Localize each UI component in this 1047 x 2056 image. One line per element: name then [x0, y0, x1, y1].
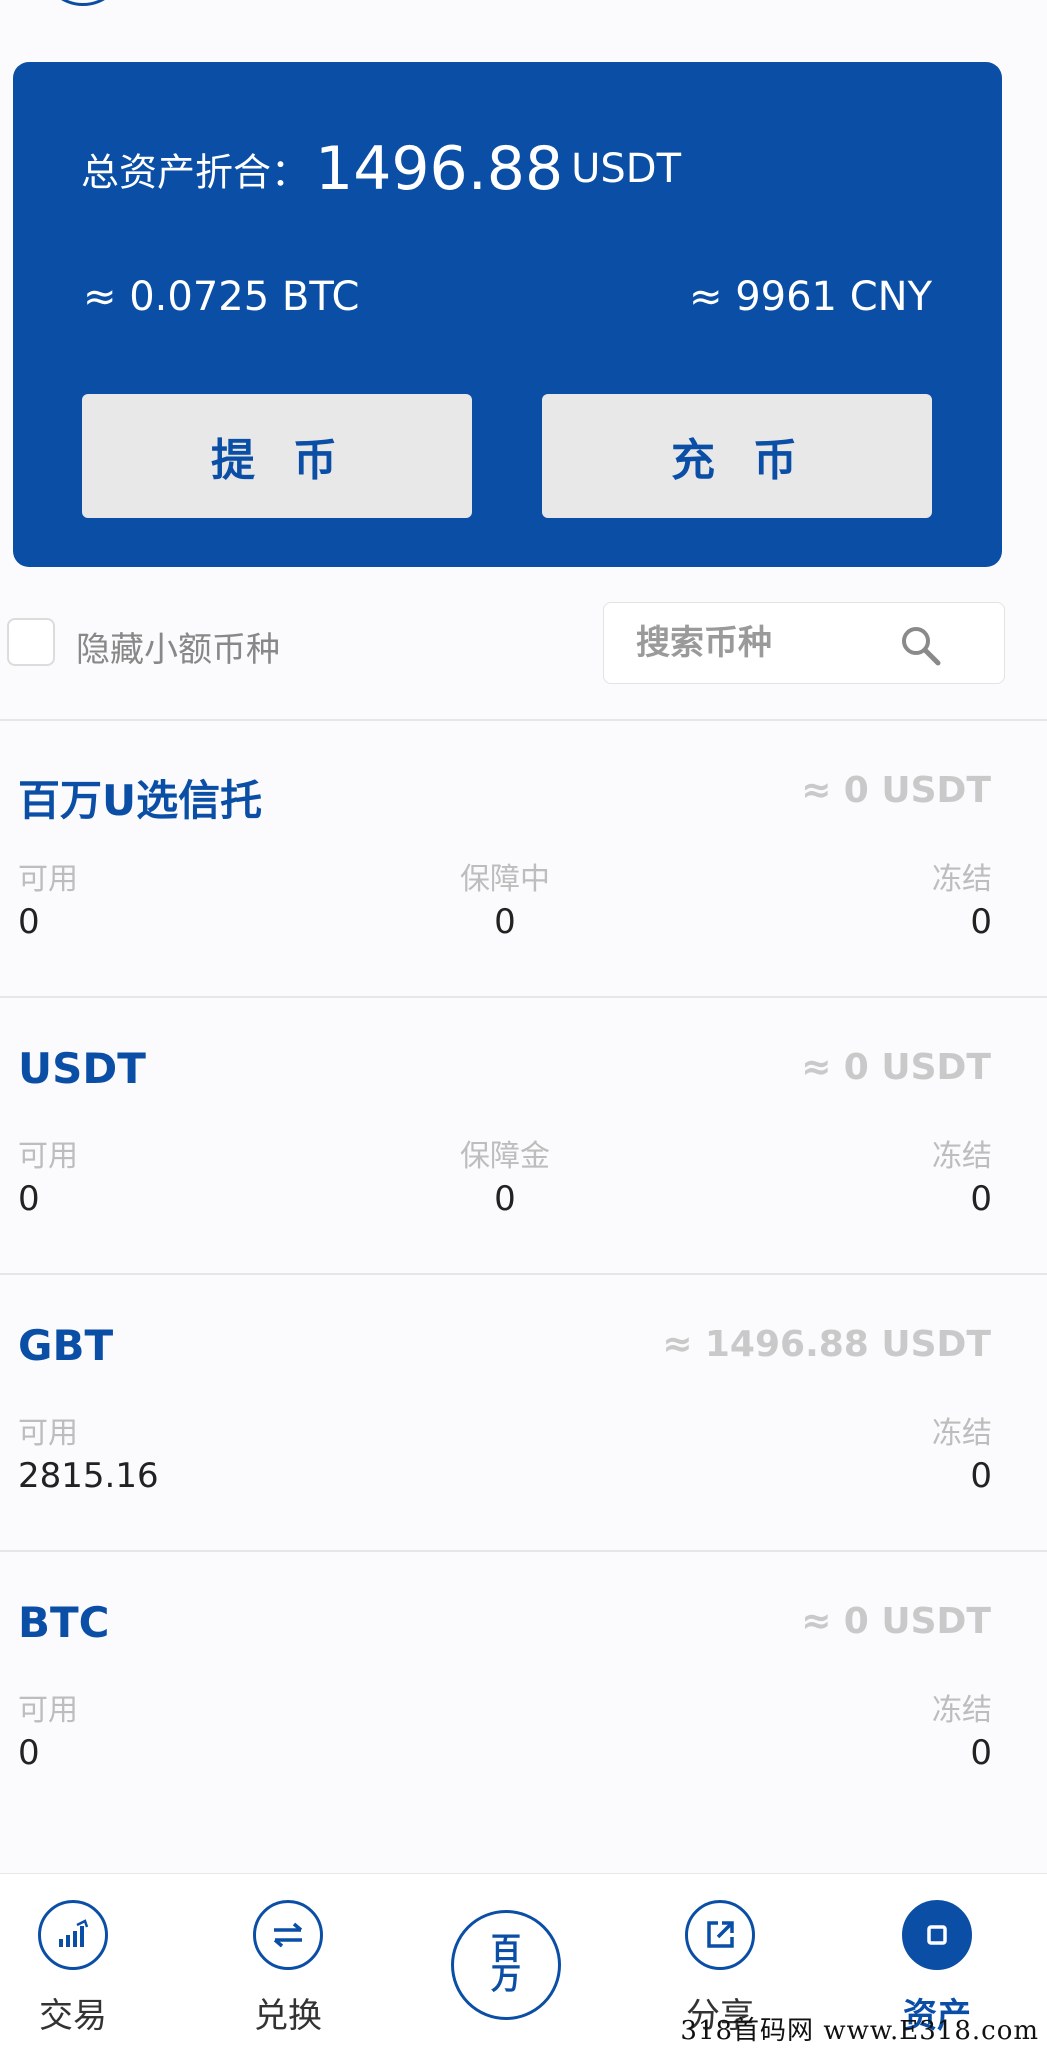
- coin-name: BTC: [18, 1598, 110, 1647]
- brand-logo-glyph-top: 百: [491, 1932, 521, 1967]
- coin-row-trust[interactable]: 百万U选信托 ≈ 0 USDT 可用 0 保障中 0 冻结 0: [0, 722, 1047, 997]
- asset-summary-card: 总资产折合： 1496.88 USDT ≈ 0.0725 BTC ≈ 9961 CN…: [13, 62, 1002, 567]
- chart-icon: [38, 1900, 108, 1970]
- deposit-guarantee-label: 保障金: [460, 1139, 550, 1174]
- frozen-label: 冻结: [932, 1416, 992, 1451]
- search-icon[interactable]: [898, 623, 942, 667]
- total-assets-value: 1496.88: [315, 134, 564, 204]
- available-value: 0: [18, 1179, 40, 1219]
- hide-small-balance-label[interactable]: 隐藏小额币种: [76, 622, 280, 671]
- wallet-square-icon: [902, 1900, 972, 1970]
- hide-small-balance-checkbox[interactable]: [7, 618, 55, 666]
- nav-label-exchange: 兑换: [254, 1996, 322, 2036]
- coin-name: GBT: [18, 1321, 114, 1370]
- coin-search-input[interactable]: [634, 617, 888, 669]
- deposit-button[interactable]: 充币: [542, 394, 932, 518]
- nav-item-exchange[interactable]: 兑换: [215, 1874, 365, 2056]
- top-logo-arc: [40, 0, 126, 6]
- frozen-label: 冻结: [932, 1693, 992, 1728]
- brand-logo-icon: 百 万: [491, 1935, 521, 1995]
- withdraw-button[interactable]: 提币: [82, 394, 472, 518]
- brand-logo-glyph-bottom: 万: [491, 1962, 521, 1997]
- frozen-value: 0: [970, 1179, 992, 1219]
- coin-total-value: ≈ 0 USDT: [801, 1601, 991, 1642]
- available-label: 可用: [18, 1139, 78, 1174]
- nav-label-trade: 交易: [39, 1996, 107, 2036]
- coin-row-gbt[interactable]: GBT ≈ 1496.88 USDT 可用 2815.16 冻结 0: [0, 1276, 1047, 1551]
- available-label: 可用: [18, 1693, 78, 1728]
- deposit-guarantee-value: 0: [494, 1179, 516, 1219]
- approx-btc-value: ≈ 0.0725 BTC: [83, 274, 360, 320]
- coin-total-value: ≈ 1496.88 USDT: [662, 1324, 991, 1365]
- approx-cny-value: ≈ 9961 CNY: [688, 274, 932, 320]
- frozen-label: 冻结: [932, 1139, 992, 1174]
- available-label: 可用: [18, 1416, 78, 1451]
- divider: [0, 1273, 1047, 1275]
- coin-total-value: ≈ 0 USDT: [801, 770, 991, 811]
- frozen-label: 冻结: [932, 862, 992, 897]
- available-label: 可用: [18, 862, 78, 897]
- available-value: 0: [18, 902, 40, 942]
- divider: [0, 996, 1047, 998]
- nav-item-trade[interactable]: 交易: [0, 1874, 150, 2056]
- total-assets-label: 总资产折合：: [81, 150, 310, 195]
- coin-name: 百万U选信托: [18, 776, 263, 825]
- coin-name: USDT: [18, 1044, 146, 1093]
- total-assets-unit: USDT: [571, 146, 682, 192]
- coin-total-value: ≈ 0 USDT: [801, 1047, 991, 1088]
- swap-arrows-icon: [253, 1900, 323, 1970]
- coin-row-btc[interactable]: BTC ≈ 0 USDT 可用 0 冻结 0: [0, 1553, 1047, 1828]
- divider: [0, 719, 1047, 721]
- frozen-value: 0: [970, 1733, 992, 1773]
- guarantee-label: 保障中: [460, 862, 550, 897]
- site-watermark: 318首码网 www.E318.com: [680, 2016, 1039, 2046]
- center-home-logo-button[interactable]: 百 万: [451, 1910, 561, 2020]
- total-assets: 总资产折合： 1496.88 USDT: [81, 134, 681, 204]
- coin-row-usdt[interactable]: USDT ≈ 0 USDT 可用 0 保障金 0 冻结 0: [0, 999, 1047, 1274]
- frozen-value: 0: [970, 902, 992, 942]
- frozen-value: 0: [970, 1456, 992, 1496]
- coin-search-box[interactable]: [603, 602, 1005, 684]
- guarantee-value: 0: [494, 902, 516, 942]
- share-icon: [685, 1900, 755, 1970]
- available-value: 0: [18, 1733, 40, 1773]
- divider: [0, 1550, 1047, 1552]
- available-value: 2815.16: [18, 1456, 159, 1496]
